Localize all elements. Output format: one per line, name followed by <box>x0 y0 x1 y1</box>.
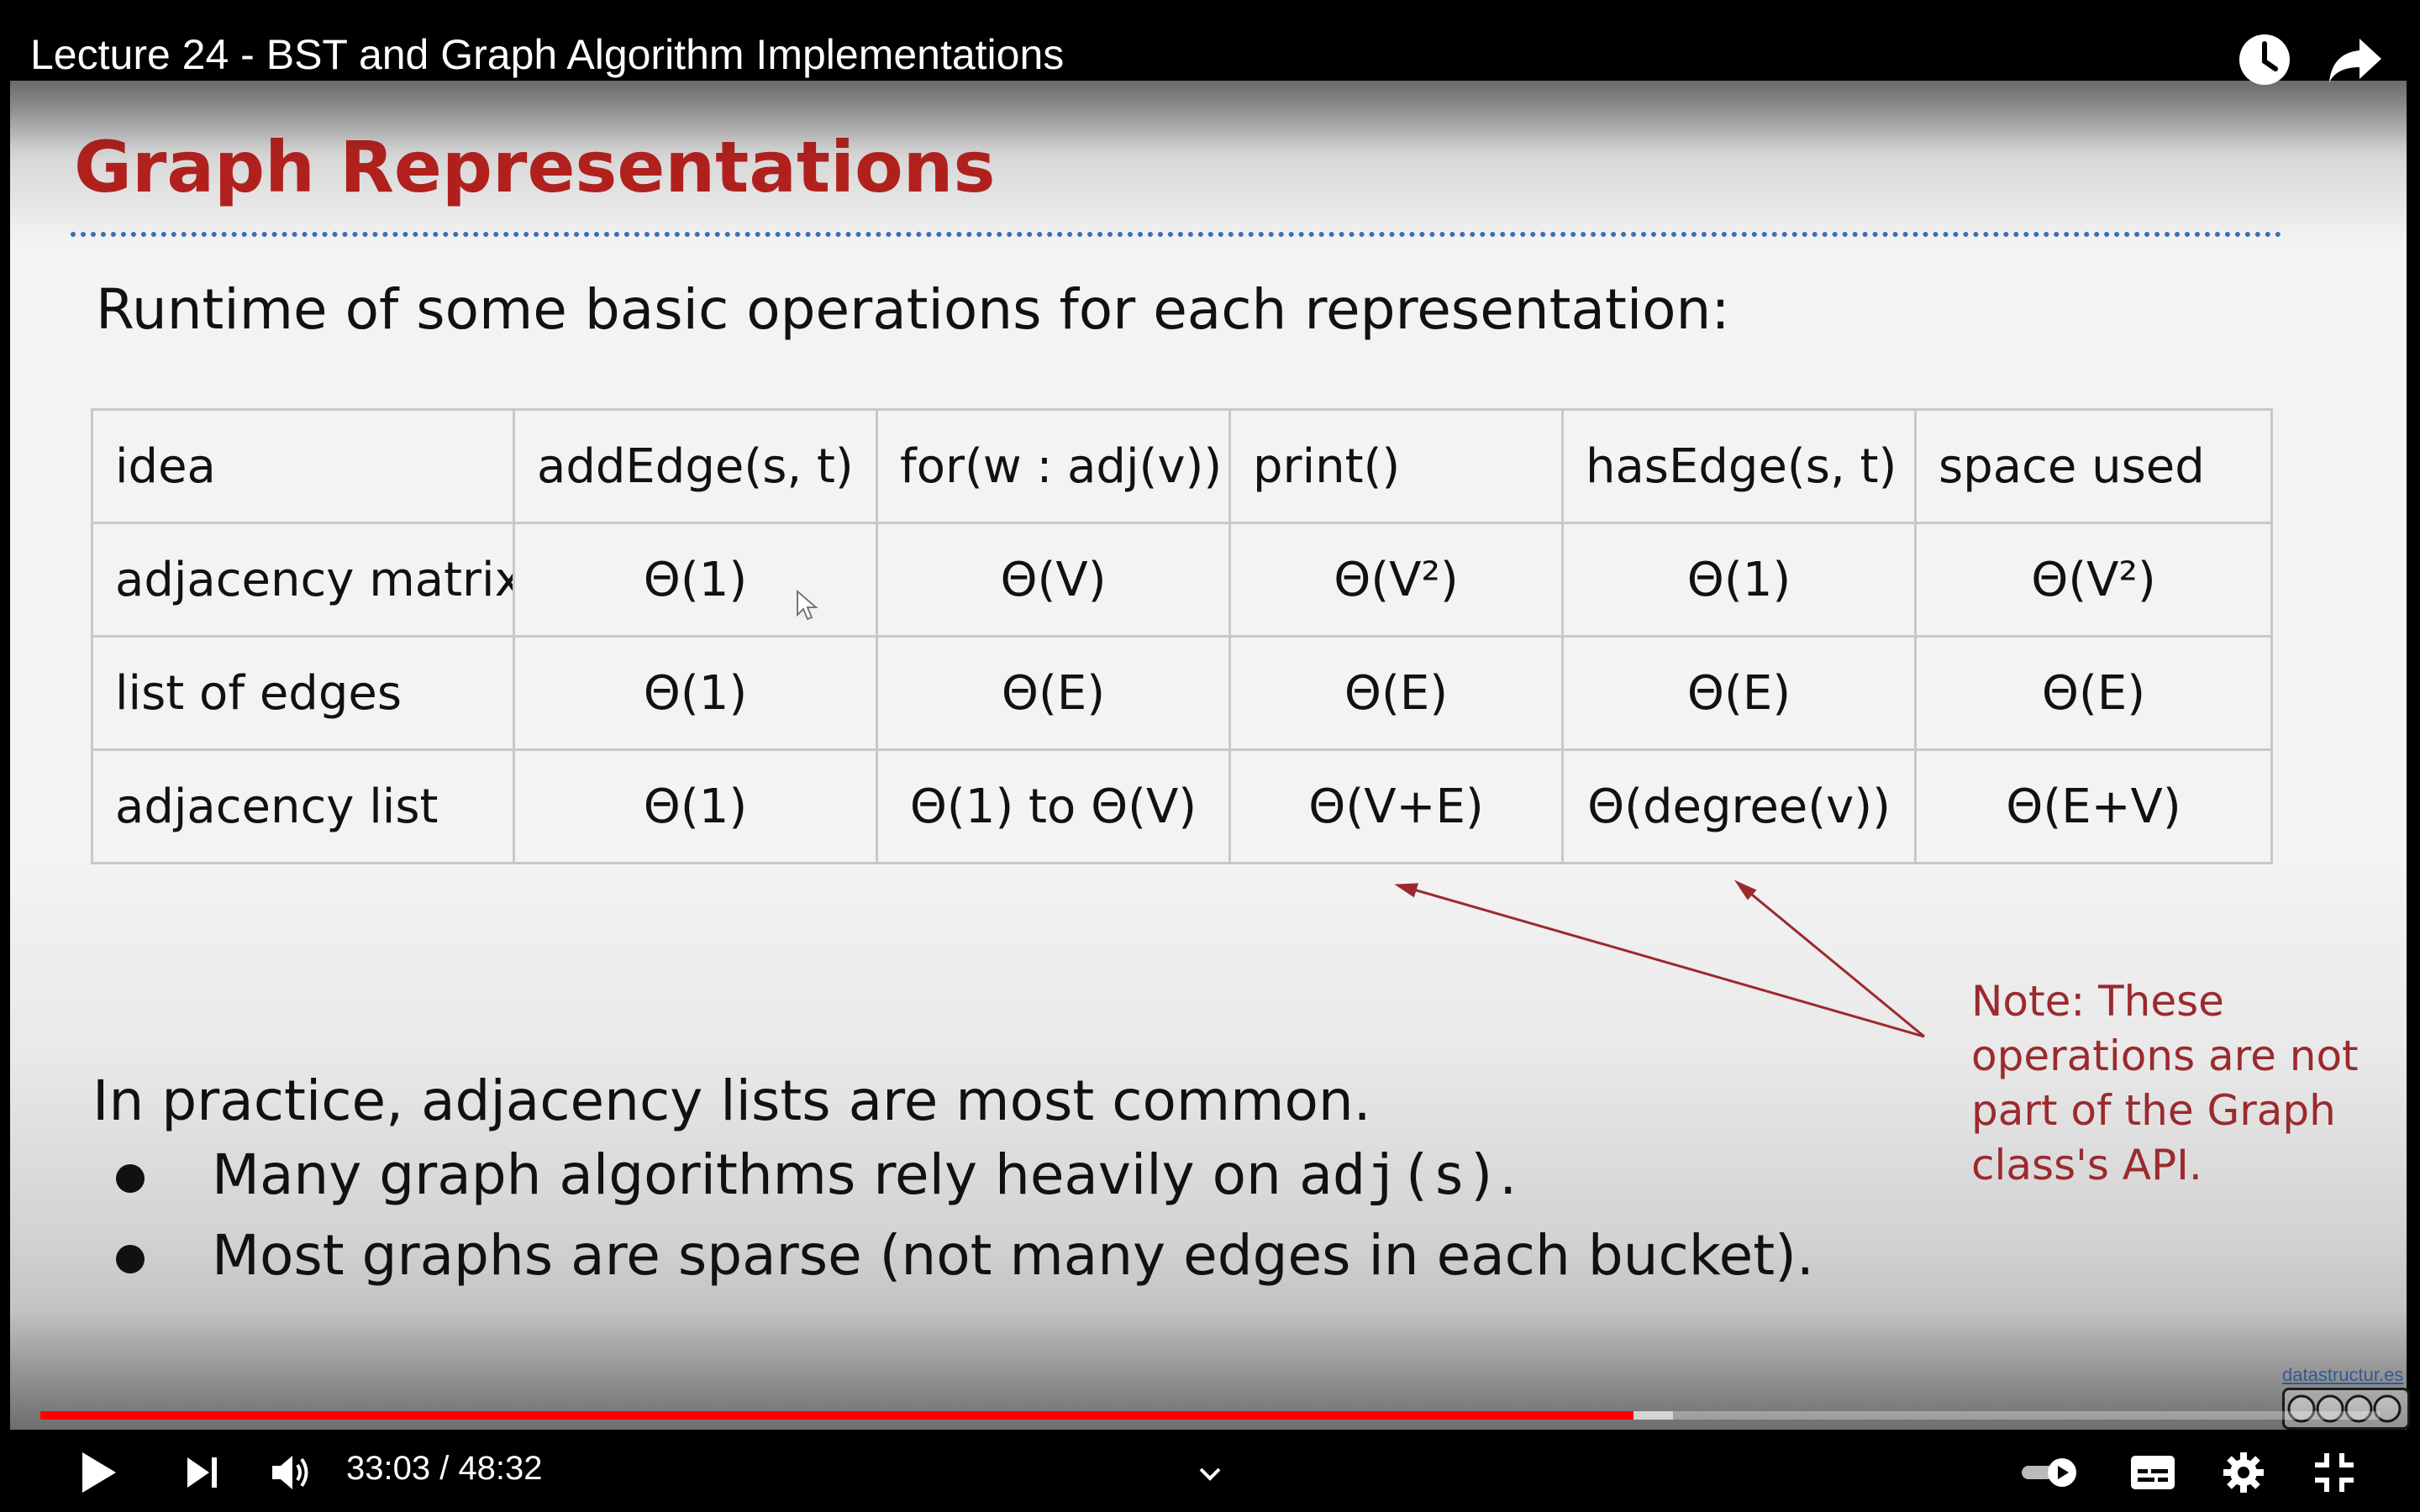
table-cell: Θ(E) <box>876 635 1231 751</box>
bullet-text: Many graph algorithms rely heavily on ad… <box>212 1142 1517 1207</box>
slide-title: Graph Representations <box>74 126 996 208</box>
settings-button[interactable] <box>2217 1445 2270 1500</box>
table-row: adjacency list Θ(1) Θ(1) to Θ(V) Θ(V+E) … <box>91 748 2273 864</box>
subtitles-button[interactable] <box>2126 1445 2180 1500</box>
table-cell: Θ(E) <box>1914 635 2273 751</box>
table-cell: Θ(E) <box>1561 635 1917 751</box>
bullet-prefix: Most graphs are sparse (not many edges i… <box>212 1223 1814 1288</box>
header-cell: space used <box>1914 408 2273 524</box>
table-cell: Θ(V²) <box>1914 522 2273 638</box>
row-label: adjacency matrix <box>91 522 515 638</box>
slide-subtitle: Runtime of some basic operations for eac… <box>96 277 1730 342</box>
skip-next-icon <box>187 1457 217 1488</box>
gear-icon <box>2223 1452 2264 1493</box>
table-cell: Θ(V²) <box>1228 522 1564 638</box>
creative-commons-icon <box>2282 1388 2410 1430</box>
control-bar: 33:03 / 48:32 <box>0 1433 2420 1512</box>
bullet-icon <box>116 1164 145 1193</box>
table-cell: Θ(1) <box>1561 522 1917 638</box>
chapters-button[interactable] <box>1193 1446 1227 1502</box>
table-cell: Θ(degree(v)) <box>1561 748 1917 864</box>
progress-bar[interactable] <box>40 1411 2380 1420</box>
video-player[interactable]: Graph Representations Runtime of some ba… <box>0 0 2420 1512</box>
volume-button[interactable] <box>266 1445 318 1500</box>
table-cell: Θ(V+E) <box>1228 748 1564 864</box>
play-icon <box>82 1452 116 1493</box>
header-cell: for(w : adj(v)) <box>876 408 1231 524</box>
subtitles-icon <box>2131 1456 2175 1489</box>
bullet-text: Most graphs are sparse (not many edges i… <box>212 1223 1814 1288</box>
row-label: list of edges <box>91 635 515 751</box>
table-row: adjacency matrix Θ(1) Θ(V) Θ(V²) Θ(1) Θ(… <box>91 522 2273 638</box>
code-snippet: adj(s) <box>1298 1142 1500 1207</box>
table-row: list of edges Θ(1) Θ(E) Θ(E) Θ(E) Θ(E) <box>91 635 2273 751</box>
bullet-prefix: Many graph algorithms rely heavily on <box>212 1142 1299 1207</box>
time-display: 33:03 / 48:32 <box>346 1450 543 1487</box>
title-divider <box>71 232 2282 237</box>
bullet-suffix: . <box>1499 1142 1518 1207</box>
volume-icon <box>272 1456 308 1489</box>
mouse-cursor-icon <box>797 590 818 621</box>
header-cell: hasEdge(s, t) <box>1561 408 1917 524</box>
video-title[interactable]: Lecture 24 - BST and Graph Algorithm Imp… <box>30 30 1064 79</box>
bullet-icon <box>116 1245 145 1273</box>
table-cell: Θ(1) <box>513 748 878 864</box>
autoplay-toggle[interactable] <box>2020 1445 2079 1500</box>
watermark-link[interactable]: datastructur.es <box>2282 1364 2403 1386</box>
table-cell: Θ(1) <box>513 635 878 751</box>
header-cell: print() <box>1228 408 1564 524</box>
autoplay-toggle-icon <box>2022 1458 2076 1487</box>
exit-fullscreen-icon <box>2315 1453 2354 1492</box>
table-cell: Θ(E+V) <box>1914 748 2273 864</box>
practice-statement: In practice, adjacency lists are most co… <box>92 1068 1371 1133</box>
header-cell: idea <box>91 408 515 524</box>
progress-played <box>40 1411 1634 1420</box>
exit-fullscreen-button[interactable] <box>2307 1445 2361 1500</box>
table-header-row: idea addEdge(s, t) for(w : adj(v)) print… <box>91 408 2273 524</box>
header-cell: addEdge(s, t) <box>513 408 878 524</box>
chevron-down-icon <box>1199 1467 1221 1481</box>
table-cell: Θ(1) to Θ(V) <box>876 748 1231 864</box>
table-cell: Θ(V) <box>876 522 1231 638</box>
share-arrow-icon[interactable] <box>2328 32 2383 87</box>
next-button[interactable] <box>176 1445 229 1500</box>
table-cell: Θ(E) <box>1228 635 1564 751</box>
clock-icon[interactable] <box>2237 32 2292 87</box>
runtime-table: idea addEdge(s, t) for(w : adj(v)) print… <box>91 408 2273 864</box>
row-label: adjacency list <box>91 748 515 864</box>
play-button[interactable] <box>72 1445 124 1500</box>
api-note: Note: These operations are not part of t… <box>1971 977 2359 1189</box>
